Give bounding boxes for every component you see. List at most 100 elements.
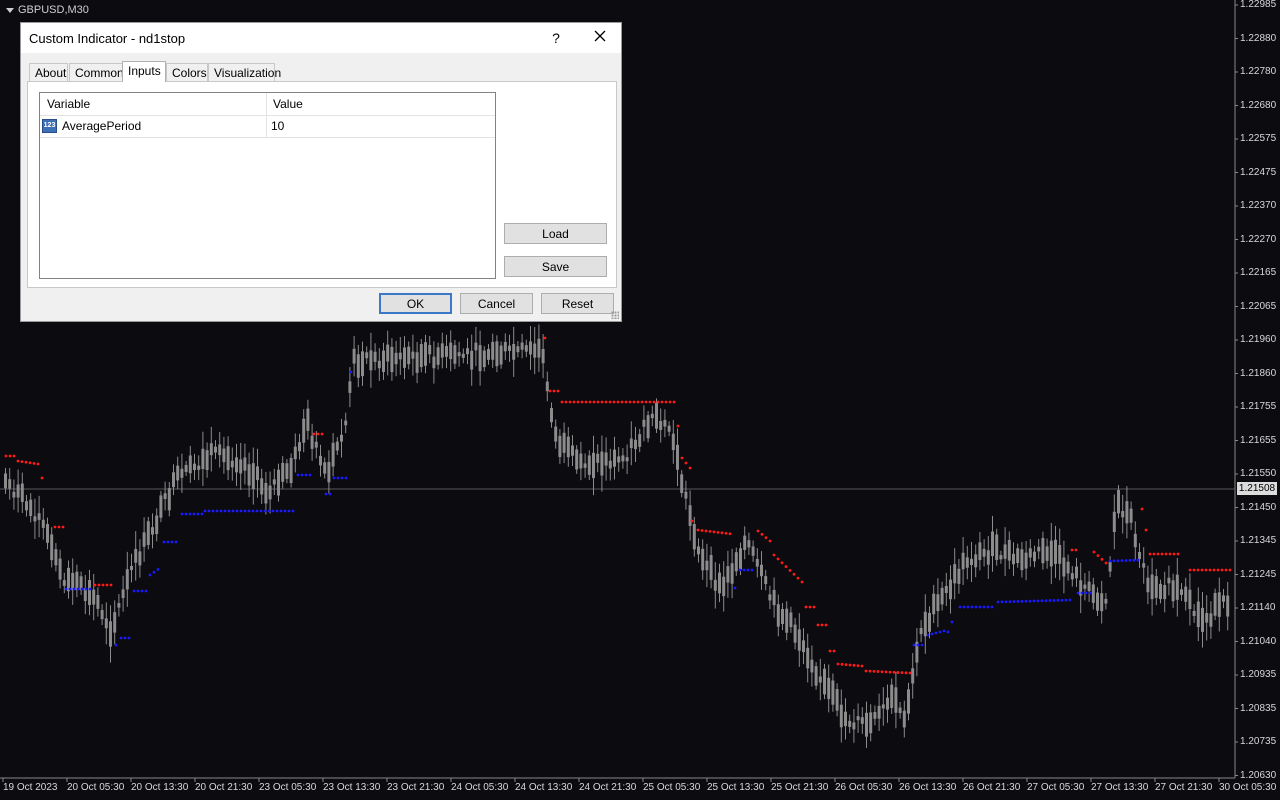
time-tick-label: 23 Oct 05:30 xyxy=(259,782,317,793)
stop-dot xyxy=(1036,599,1040,603)
stop-dot xyxy=(279,509,283,513)
stop-dot xyxy=(1076,591,1080,595)
stop-dot xyxy=(1192,568,1196,572)
stop-dot xyxy=(72,587,76,591)
stop-dot xyxy=(564,400,568,404)
stop-dot xyxy=(1048,599,1052,602)
value-cell[interactable]: 10 xyxy=(271,116,284,137)
stop-dot xyxy=(784,565,788,568)
stop-dot xyxy=(604,400,608,404)
candle-body xyxy=(558,435,562,458)
stop-dot xyxy=(872,669,876,673)
stop-dot xyxy=(958,605,962,609)
stop-dot xyxy=(53,525,57,529)
save-button[interactable]: Save xyxy=(504,256,607,277)
stop-dot xyxy=(1032,599,1036,603)
table-row[interactable]: 123 AveragePeriod 10 xyxy=(40,116,495,138)
candle-body xyxy=(352,348,356,364)
candle-body xyxy=(100,609,104,620)
stop-dot xyxy=(316,432,320,436)
candle-body xyxy=(415,352,419,373)
price-tick-label: 1.21960 xyxy=(1240,334,1277,345)
candle-body xyxy=(1049,540,1053,567)
close-button[interactable] xyxy=(587,27,613,49)
reset-button[interactable]: Reset xyxy=(541,293,614,314)
candle-body xyxy=(604,452,608,466)
stop-dot xyxy=(608,400,612,404)
stop-dot xyxy=(140,589,144,593)
candle-body xyxy=(835,689,839,711)
stop-dot xyxy=(1172,552,1176,556)
column-header-value[interactable]: Value xyxy=(273,93,303,115)
dialog-titlebar[interactable]: Custom Indicator - nd1stop ? xyxy=(21,23,621,53)
time-tick-label: 27 Oct 13:30 xyxy=(1091,782,1149,793)
stop-dot xyxy=(892,670,896,674)
tab-inputs[interactable]: Inputs xyxy=(122,61,166,82)
candle-body xyxy=(629,438,633,449)
help-button[interactable]: ? xyxy=(544,27,568,49)
stop-dot xyxy=(672,400,676,404)
stop-dot xyxy=(1224,568,1228,572)
time-tick-label: 24 Oct 21:30 xyxy=(579,782,637,793)
candle-body xyxy=(886,697,889,710)
inputs-panel: Variable Value 123 AveragePeriod 10 Load… xyxy=(27,81,617,288)
candle-body xyxy=(310,435,314,449)
stop-dot xyxy=(344,476,348,480)
candle-body xyxy=(155,515,159,535)
candle-body xyxy=(978,542,982,561)
dropdown-arrow-icon[interactable] xyxy=(6,7,14,13)
stop-dot xyxy=(271,509,275,513)
candle-body xyxy=(856,716,860,721)
stop-dot xyxy=(684,461,688,465)
candle-body xyxy=(592,452,595,479)
price-tick-label: 1.20735 xyxy=(1240,736,1277,747)
stop-dot xyxy=(946,630,950,634)
candle-body xyxy=(986,550,990,565)
stop-dot xyxy=(978,605,982,609)
ok-button[interactable]: OK xyxy=(379,293,452,314)
tab-colors[interactable]: Colors xyxy=(166,63,208,81)
stop-dot xyxy=(1168,552,1172,556)
stop-dot xyxy=(616,400,620,404)
stop-dot xyxy=(105,583,109,587)
stop-dot xyxy=(852,663,856,667)
candle-body xyxy=(982,548,986,557)
stop-dot xyxy=(572,400,576,404)
column-header-variable[interactable]: Variable xyxy=(47,93,90,115)
load-button[interactable]: Load xyxy=(504,223,607,244)
stop-dot xyxy=(84,587,88,591)
stop-dot xyxy=(888,670,892,674)
stop-dot xyxy=(1148,552,1152,556)
time-tick-label: 23 Oct 13:30 xyxy=(323,782,381,793)
candle-body xyxy=(608,460,612,469)
candle-body xyxy=(1016,548,1020,564)
candle-body xyxy=(361,351,364,377)
candle-body xyxy=(995,534,999,560)
stop-dot xyxy=(1204,568,1208,572)
stop-dot xyxy=(868,669,872,673)
inputs-table[interactable]: Variable Value 123 AveragePeriod 10 xyxy=(39,92,496,279)
tab-common[interactable]: Common xyxy=(69,63,124,81)
resize-grip-icon[interactable] xyxy=(611,311,619,319)
stop-dot xyxy=(600,400,604,404)
stop-dot xyxy=(312,432,316,436)
stop-dot xyxy=(57,525,61,529)
time-tick-label: 23 Oct 21:30 xyxy=(387,782,445,793)
dialog-title: Custom Indicator - nd1stop xyxy=(29,31,186,46)
candle-body xyxy=(1003,544,1007,559)
stop-dot xyxy=(904,671,908,675)
candle-body xyxy=(718,572,721,594)
stop-dot xyxy=(36,462,40,466)
cancel-button[interactable]: Cancel xyxy=(460,293,533,314)
time-tick-label: 27 Oct 21:30 xyxy=(1155,782,1213,793)
candle-body xyxy=(50,534,54,561)
candle-body xyxy=(403,347,406,368)
candle-body xyxy=(520,342,524,350)
stop-dot xyxy=(982,605,986,609)
tab-visualization[interactable]: Visualization xyxy=(208,63,281,81)
candle-body xyxy=(188,455,192,474)
candle-body xyxy=(873,712,877,719)
tab-about[interactable]: About xyxy=(29,63,68,81)
stop-dot xyxy=(576,400,580,404)
candle-body xyxy=(1054,539,1057,564)
